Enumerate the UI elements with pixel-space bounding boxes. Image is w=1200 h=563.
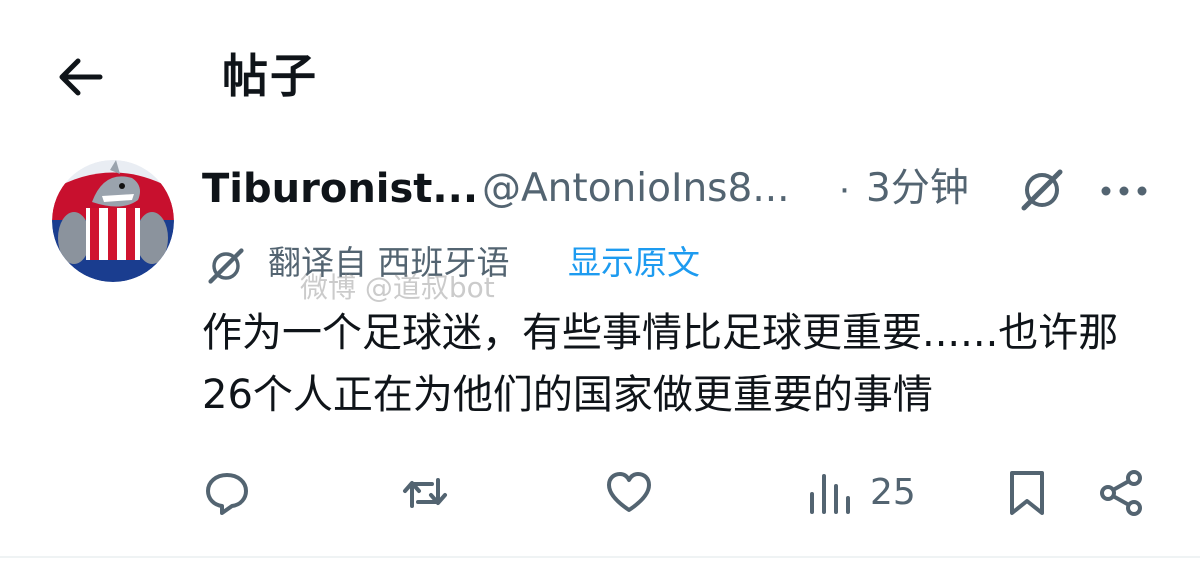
divider [0,556,1200,558]
share-button[interactable] [1096,455,1146,530]
more-options-button[interactable] [1096,166,1152,216]
reply-button[interactable] [202,455,252,530]
shark-mascot-avatar [52,160,174,282]
bookmark-icon [1010,470,1044,515]
bookmark-button[interactable] [1002,455,1052,530]
like-button[interactable] [604,455,654,530]
share-icon [1100,469,1142,516]
more-icon [1101,186,1147,196]
repost-button[interactable] [400,455,450,530]
views-button[interactable]: 25 [806,455,916,530]
top-bar: 帖子 [0,0,1200,150]
post-time[interactable]: 3分钟 [866,164,969,214]
grok-button[interactable] [1014,162,1070,218]
grok-icon [1021,169,1063,211]
repost-icon [403,477,447,508]
post-action-bar: 25 [0,455,1200,530]
heart-icon [607,471,651,512]
translate-icon [202,242,250,290]
arrow-left-icon [59,58,103,96]
translation-notice: 翻译自 西班牙语 显示原文 [202,238,1200,290]
views-count: 25 [870,472,916,513]
back-button[interactable] [52,48,110,106]
views-icon [810,473,850,514]
author-handle[interactable]: @AntonioIns8... [482,164,790,214]
avatar[interactable] [52,160,174,282]
reply-icon [206,472,248,515]
meta-separator: · [838,167,851,210]
post-meta: Tiburonist... @AntonioIns8... · 3分钟 [202,160,1200,218]
post-body-text: 作为一个足球迷，有些事情比足球更重要......也许那26个人正在为他们的国家做… [202,310,1119,418]
translated-from-label: 翻译自 西班牙语 [268,243,510,282]
author-display-name[interactable]: Tiburonist... [202,164,478,214]
show-original-link[interactable]: 显示原文 [568,240,700,286]
page-title: 帖子 [222,49,318,103]
